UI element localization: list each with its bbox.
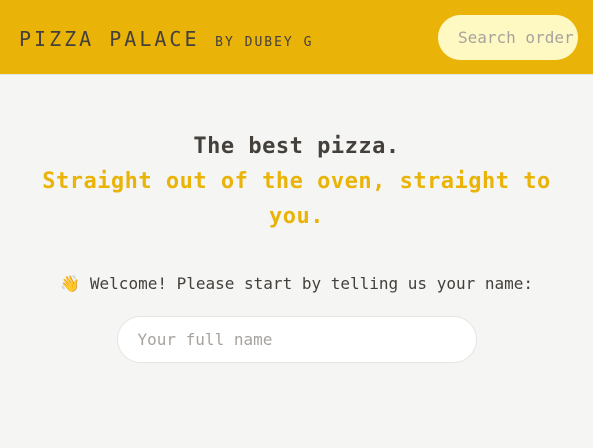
- brand-logo-link[interactable]: Pizza Palace by Dubey G: [19, 27, 313, 51]
- search-order-input[interactable]: [438, 15, 578, 60]
- waving-hand-icon: 👋: [59, 274, 80, 293]
- brand-name: Pizza Palace: [19, 27, 200, 51]
- welcome-text: Welcome! Please start by telling us your…: [89, 274, 534, 293]
- app-header: Pizza Palace by Dubey G: [0, 0, 593, 75]
- brand-byline: by Dubey G: [215, 35, 314, 50]
- hero-heading: The best pizza. Straight out of the oven…: [0, 129, 593, 234]
- welcome-message: 👋 Welcome! Please start by telling us you…: [0, 274, 593, 294]
- hero-title: The best pizza.: [193, 134, 400, 159]
- full-name-input[interactable]: [116, 316, 477, 363]
- main-content: The best pizza. Straight out of the oven…: [0, 129, 593, 363]
- hero-subtitle: Straight out of the oven, straight to yo…: [42, 169, 551, 229]
